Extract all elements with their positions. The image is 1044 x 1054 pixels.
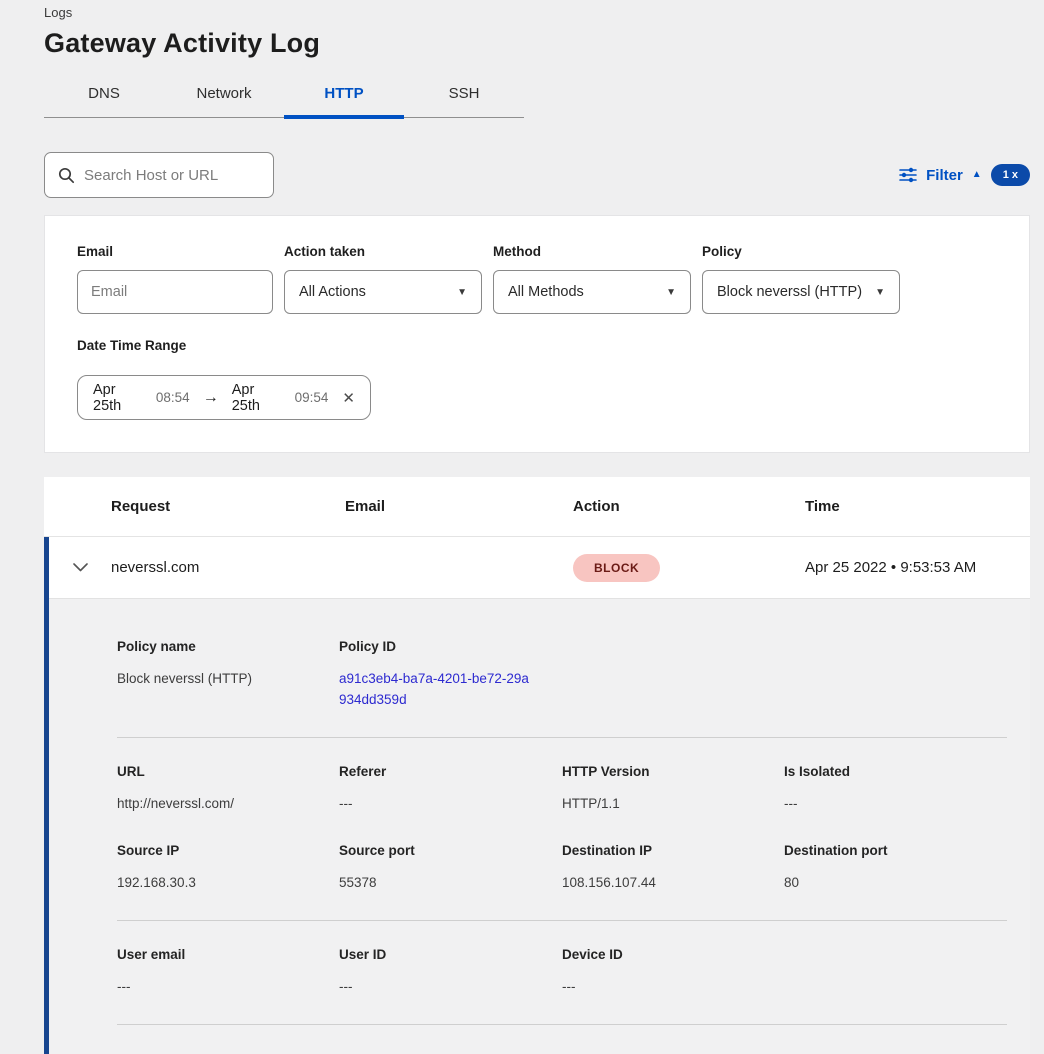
action-taken-label: Action taken bbox=[284, 244, 482, 259]
detail-policy-name: Policy name Block neverssl (HTTP) bbox=[117, 639, 339, 711]
filter-field-action-taken: Action taken All Actions ▼ bbox=[284, 244, 482, 314]
table-header-row: Request Email Action Time bbox=[44, 477, 1030, 537]
close-icon[interactable]: ✕ bbox=[342, 389, 355, 407]
status-badge: BLOCK bbox=[573, 554, 660, 582]
radar-link-row: View domain details in Radar → bbox=[117, 1051, 1007, 1054]
row-details-panel: Policy name Block neverssl (HTTP) Policy… bbox=[49, 599, 1030, 1054]
detail-source-port: Source port 55378 bbox=[339, 843, 562, 894]
detail-referer: Referer --- bbox=[339, 764, 562, 815]
column-header-action: Action bbox=[573, 498, 805, 515]
search-input[interactable] bbox=[84, 167, 260, 184]
email-filter-input[interactable] bbox=[77, 270, 273, 314]
tab-dns[interactable]: DNS bbox=[44, 75, 164, 117]
method-value: All Methods bbox=[508, 284, 584, 300]
detail-destination-port: Destination port 80 bbox=[784, 843, 1007, 894]
detail-is-isolated: Is Isolated --- bbox=[784, 764, 1007, 815]
log-type-tabs: DNS Network HTTP SSH bbox=[44, 75, 524, 118]
row-request: neverssl.com bbox=[111, 559, 345, 576]
column-header-time: Time bbox=[805, 498, 1030, 515]
email-filter-label: Email bbox=[77, 244, 273, 259]
caret-up-icon[interactable]: ▲ bbox=[972, 170, 982, 180]
action-taken-select[interactable]: All Actions ▼ bbox=[284, 270, 482, 314]
column-header-email: Email bbox=[345, 498, 573, 515]
filter-icon bbox=[899, 167, 917, 183]
end-date[interactable]: Apr 25th bbox=[232, 382, 286, 414]
filter-toggle-button[interactable]: Filter bbox=[926, 167, 963, 184]
detail-device-id: Device ID --- bbox=[562, 947, 784, 998]
filter-panel: Email Action taken All Actions ▼ Method … bbox=[44, 215, 1030, 453]
divider bbox=[117, 920, 1007, 921]
search-icon bbox=[58, 167, 75, 184]
policy-select[interactable]: Block neverssl (HTTP) ▼ bbox=[702, 270, 900, 314]
detail-user-id: User ID --- bbox=[339, 947, 562, 998]
policy-id-link[interactable]: a91c3eb4-ba7a-4201-be72-29a934dd359d bbox=[339, 669, 529, 711]
divider bbox=[117, 737, 1007, 738]
policy-section: Policy name Block neverssl (HTTP) Policy… bbox=[117, 639, 1007, 711]
expanded-row-group: neverssl.com BLOCK Apr 25 2022 • 9:53:53… bbox=[44, 537, 1030, 1054]
detail-policy-id: Policy ID a91c3eb4-ba7a-4201-be72-29a934… bbox=[339, 639, 562, 711]
activity-log-table: Request Email Action Time neverssl.com B… bbox=[44, 477, 1030, 1054]
filter-field-email: Email bbox=[77, 244, 273, 314]
detail-http-version: HTTP Version HTTP/1.1 bbox=[562, 764, 784, 815]
tab-http[interactable]: HTTP bbox=[284, 75, 404, 117]
user-section: User email --- User ID --- Device ID --- bbox=[117, 947, 1007, 998]
policy-value: Block neverssl (HTTP) bbox=[717, 284, 862, 300]
filter-controls: Filter ▲ 1 x bbox=[899, 164, 1030, 186]
detail-destination-ip: Destination IP 108.156.107.44 bbox=[562, 843, 784, 894]
tab-ssh[interactable]: SSH bbox=[404, 75, 524, 117]
table-row[interactable]: neverssl.com BLOCK Apr 25 2022 • 9:53:53… bbox=[49, 537, 1030, 599]
dropdown-caret-icon: ▼ bbox=[666, 287, 676, 298]
filter-field-date-range: Date Time Range Apr 25th 08:54 → Apr 25t… bbox=[77, 338, 997, 420]
url-section: URL http://neverssl.com/ Referer --- HTT… bbox=[117, 764, 1007, 815]
detail-source-ip: Source IP 192.168.30.3 bbox=[117, 843, 339, 894]
network-section: Source IP 192.168.30.3 Source port 55378… bbox=[117, 843, 1007, 894]
tab-network[interactable]: Network bbox=[164, 75, 284, 117]
divider bbox=[117, 1024, 1007, 1025]
page-title: Gateway Activity Log bbox=[44, 28, 1030, 59]
filter-field-policy: Policy Block neverssl (HTTP) ▼ bbox=[702, 244, 900, 314]
arrow-right-icon: → bbox=[199, 389, 223, 407]
search-box[interactable] bbox=[44, 152, 274, 198]
date-range-picker[interactable]: Apr 25th 08:54 → Apr 25th 09:54 ✕ bbox=[77, 375, 371, 420]
end-time[interactable]: 09:54 bbox=[295, 390, 329, 405]
dropdown-caret-icon: ▼ bbox=[875, 287, 885, 298]
date-range-label: Date Time Range bbox=[77, 338, 997, 353]
column-header-request: Request bbox=[111, 498, 345, 515]
action-taken-value: All Actions bbox=[299, 284, 366, 300]
toolbar: Filter ▲ 1 x bbox=[44, 152, 1030, 198]
filter-field-method: Method All Methods ▼ bbox=[493, 244, 691, 314]
chevron-down-icon[interactable] bbox=[49, 563, 111, 572]
start-time[interactable]: 08:54 bbox=[156, 390, 190, 405]
start-date[interactable]: Apr 25th bbox=[93, 382, 147, 414]
filter-count-badge[interactable]: 1 x bbox=[991, 164, 1030, 186]
row-time: Apr 25 2022 • 9:53:53 AM bbox=[805, 559, 1030, 576]
detail-user-email: User email --- bbox=[117, 947, 339, 998]
detail-url: URL http://neverssl.com/ bbox=[117, 764, 339, 815]
breadcrumb[interactable]: Logs bbox=[44, 0, 1030, 20]
method-label: Method bbox=[493, 244, 691, 259]
row-action: BLOCK bbox=[573, 554, 805, 582]
policy-label: Policy bbox=[702, 244, 900, 259]
method-select[interactable]: All Methods ▼ bbox=[493, 270, 691, 314]
dropdown-caret-icon: ▼ bbox=[457, 287, 467, 298]
page-content: Logs Gateway Activity Log DNS Network HT… bbox=[44, 0, 1030, 1054]
